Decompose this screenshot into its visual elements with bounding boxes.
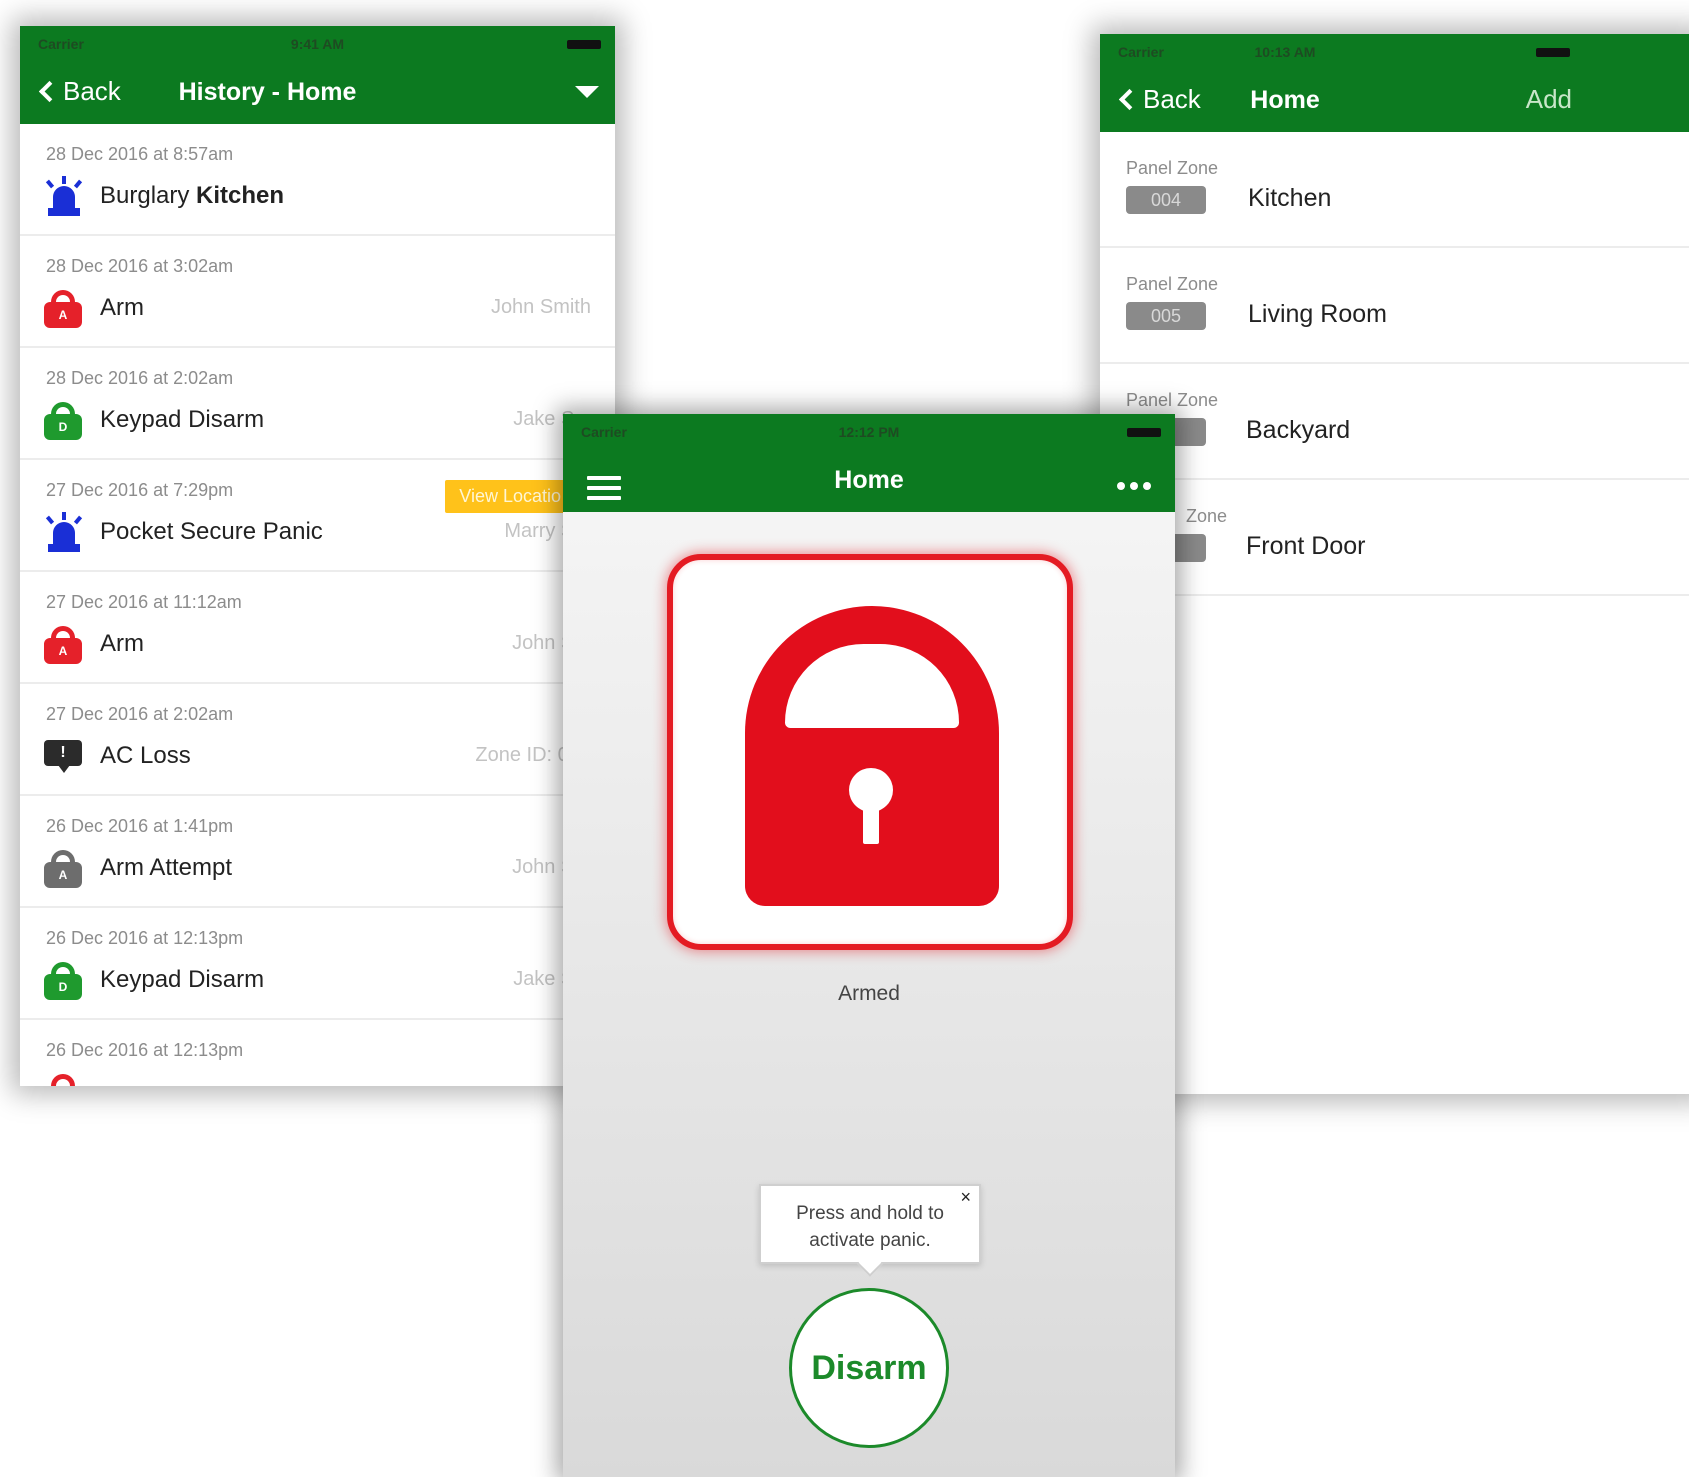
lock-red-icon <box>44 1074 84 1086</box>
page-title: History - Home <box>178 78 357 106</box>
status-bar: Carrier 12:12 PM <box>563 414 1175 450</box>
home-screen: Carrier 12:12 PM Home Armed × Press and … <box>563 414 1175 1477</box>
lock-red-icon: A <box>44 626 84 666</box>
battery-icon <box>567 40 601 49</box>
history-row[interactable]: 26 Dec 2016 at 12:13pm D Keypad Disarm J… <box>20 908 615 1020</box>
add-button[interactable]: Add <box>1526 84 1572 115</box>
icon-letter: A <box>44 638 82 664</box>
zones-screen: Carrier 10:13 AM Back Home Add Panel Zon… <box>1100 34 1689 1094</box>
zone-caption: Zone <box>1186 506 1228 526</box>
history-row[interactable]: 26 Dec 2016 at 12:13pm <box>20 1020 615 1086</box>
zone-caption: Panel Zone <box>1126 274 1219 294</box>
icon-letter: A <box>44 862 82 888</box>
icon-letter: D <box>44 974 82 1000</box>
nav-bar: Back History - Home <box>20 62 615 124</box>
lock-green-icon: D <box>44 402 84 442</box>
status-bar: Carrier 9:41 AM <box>20 26 615 62</box>
zone-row[interactable]: Panel Zone 005 Living Room <box>1100 248 1689 364</box>
more-options-icon[interactable] <box>1117 482 1151 490</box>
event-title-plain: Burglary <box>100 182 197 209</box>
event-title: Burglary Kitchen <box>100 182 284 210</box>
zone-number-badge: 005 <box>1126 302 1206 330</box>
battery-icon <box>1127 428 1161 437</box>
event-title: Arm <box>100 630 144 657</box>
battery-icon <box>1536 48 1570 57</box>
speech-bubble-icon: ! <box>44 738 84 778</box>
event-user: John Smith <box>490 296 591 318</box>
zone-row[interactable]: Panel Zone 004 Kitchen <box>1100 132 1689 248</box>
event-title: Arm Attempt <box>100 854 233 881</box>
view-location-button[interactable]: View Locatio <box>445 480 575 513</box>
event-date: 28 Dec 2016 at 3:02am <box>46 256 234 276</box>
history-screen: Carrier 9:41 AM Back History - Home 28 D… <box>20 26 615 1086</box>
history-row[interactable]: 27 Dec 2016 at 7:29pm View Locatio Pocke… <box>20 460 615 572</box>
tooltip-line: activate panic. <box>809 1230 931 1251</box>
close-icon[interactable]: × <box>960 1188 971 1206</box>
event-date: 26 Dec 2016 at 1:41pm <box>46 816 234 836</box>
event-title: Keypad Disarm <box>100 406 265 433</box>
padlock-icon <box>745 606 999 908</box>
siren-icon <box>44 512 84 554</box>
status-time: 12:12 PM <box>838 424 900 440</box>
tooltip-arrow <box>857 1251 883 1277</box>
status-bar: Carrier 10:13 AM <box>1100 34 1689 70</box>
lock-gray-icon: A <box>44 850 84 890</box>
lock-red-icon: A <box>44 290 84 330</box>
zone-caption: Panel Zone <box>1126 390 1219 410</box>
history-row[interactable]: 27 Dec 2016 at 11:12am A Arm John Sm <box>20 572 615 684</box>
event-date: 28 Dec 2016 at 8:57am <box>46 144 234 164</box>
zone-list: Panel Zone 004 Kitchen Panel Zone 005 Li… <box>1100 132 1689 596</box>
icon-letter: D <box>44 414 82 440</box>
event-title: Pocket Secure Panic <box>100 518 323 545</box>
siren-icon <box>44 176 84 218</box>
panic-tooltip: × Press and hold to activate panic. <box>759 1184 981 1277</box>
icon-letter: A <box>44 302 82 328</box>
event-date: 27 Dec 2016 at 7:29pm <box>46 480 234 500</box>
event-title: AC Loss <box>100 742 191 769</box>
zone-name: Living Room <box>1248 300 1387 328</box>
history-row[interactable]: 26 Dec 2016 at 1:41pm A Arm Attempt John… <box>20 796 615 908</box>
event-date: 26 Dec 2016 at 12:13pm <box>46 928 244 948</box>
event-date: 27 Dec 2016 at 11:12am <box>46 592 242 612</box>
page-title: Home <box>1250 86 1320 114</box>
icon-letter: ! <box>44 740 82 766</box>
zone-name: Kitchen <box>1248 184 1332 212</box>
page-title: Home <box>834 466 904 494</box>
status-time: 10:13 AM <box>1254 44 1316 60</box>
history-row[interactable]: 27 Dec 2016 at 2:02am ! AC Loss Zone ID:… <box>20 684 615 796</box>
history-row[interactable]: 28 Dec 2016 at 2:02am D Keypad Disarm Ja… <box>20 348 615 460</box>
history-row[interactable]: 28 Dec 2016 at 8:57am Burglary Kitchen <box>20 124 615 236</box>
event-title: Arm <box>100 294 144 321</box>
nav-bar: Home <box>563 450 1175 512</box>
zone-row[interactable]: Zone Front Door <box>1100 480 1689 596</box>
tooltip-line: Press and hold to <box>796 1203 944 1224</box>
event-date: 26 Dec 2016 at 12:13pm <box>46 1040 244 1060</box>
zone-name: Backyard <box>1246 416 1351 444</box>
nav-bar: Back Home Add <box>1100 70 1689 132</box>
zone-number-badge: 004 <box>1126 186 1206 214</box>
lock-green-icon: D <box>44 962 84 1002</box>
zone-caption: Panel Zone <box>1126 158 1219 178</box>
history-list: 28 Dec 2016 at 8:57am Burglary Kitchen 2… <box>20 124 615 1086</box>
arm-state-button[interactable] <box>667 554 1073 950</box>
zone-name: Front Door <box>1246 532 1366 560</box>
status-time: 9:41 AM <box>290 36 345 52</box>
zone-row[interactable]: Panel Zone Backyard <box>1100 364 1689 480</box>
arm-status-label: Armed <box>838 982 900 1005</box>
event-title: Keypad Disarm <box>100 966 265 993</box>
history-row[interactable]: 28 Dec 2016 at 3:02am A Arm John Smith <box>20 236 615 348</box>
event-date: 28 Dec 2016 at 2:02am <box>46 368 234 388</box>
event-title-bold: Kitchen <box>196 182 285 209</box>
event-date: 27 Dec 2016 at 2:02am <box>46 704 234 724</box>
dropdown-caret-icon[interactable] <box>575 86 599 98</box>
disarm-button[interactable]: Disarm <box>789 1288 949 1448</box>
